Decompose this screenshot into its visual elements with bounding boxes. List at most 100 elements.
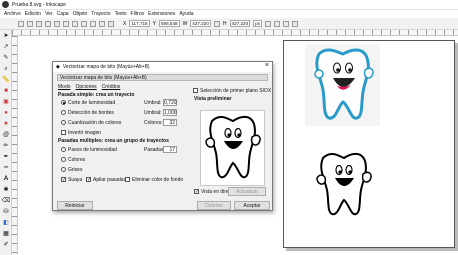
zoom-tool-icon[interactable]: ⌕	[2, 65, 10, 73]
ok-button[interactable]: Aceptar	[234, 201, 270, 210]
x-label: X	[123, 20, 127, 27]
menu-extensiones[interactable]: Extensiones	[148, 11, 175, 17]
h-field[interactable]: 427,220	[229, 20, 251, 27]
update-button[interactable]: Actualizar	[228, 187, 266, 196]
node-tool-icon[interactable]: ↗	[2, 43, 10, 51]
dialog-tabs: Modo Opciones Créditos	[58, 84, 125, 90]
single-scan-heading: Pasada simple: crea un trayecto	[58, 92, 135, 98]
rotate-ccw-icon[interactable]	[45, 20, 51, 27]
lower-to-bottom-icon[interactable]	[108, 20, 114, 27]
raise-icon[interactable]	[90, 20, 96, 27]
lock-ratio-icon[interactable]	[213, 20, 220, 27]
colors-count-label: Colores:	[144, 120, 163, 126]
stop-button[interactable]: Detener	[197, 201, 231, 210]
menu-trayecto[interactable]: Trayecto	[91, 11, 110, 17]
siox-checkbox[interactable]	[193, 88, 198, 93]
remove-background-checkbox[interactable]	[125, 177, 130, 182]
lower-icon[interactable]	[99, 20, 105, 27]
edge-detection-radio[interactable]	[61, 110, 66, 115]
grays-label: Grises	[68, 167, 83, 173]
edge-threshold-input[interactable]: 1,000	[163, 109, 177, 116]
x-field[interactable]: 117,716	[129, 20, 150, 27]
w-field[interactable]: 427,220	[190, 20, 211, 27]
menu-texto[interactable]: Texto	[115, 11, 127, 17]
remove-background-label: Eliminar color de fondo	[132, 177, 184, 183]
flip-vertical-icon[interactable]	[72, 20, 78, 27]
measure-tool-icon[interactable]: 📏	[2, 76, 10, 84]
stack-scans-label: Apilar pasadas	[93, 177, 127, 183]
ellipse-tool-icon[interactable]: ●	[2, 109, 10, 117]
inkscape-logo-icon	[2, 1, 9, 8]
dropper-tool-icon[interactable]: ✐	[2, 241, 10, 249]
menu-edicion[interactable]: Edición	[25, 11, 41, 17]
trace-preview-pane	[200, 110, 265, 186]
tab-opciones[interactable]: Opciones	[76, 84, 97, 90]
toolbox: ➤ ↗ ✎ ⌕ 📏 ■ ▣ ● ★ @ ✏ ✒ ✑ A ✱ ⌫ ⛁ ◧ ▦ ✐	[0, 30, 12, 255]
traced-tooth-vector[interactable]	[313, 150, 375, 220]
invert-image-checkbox[interactable]	[61, 130, 66, 135]
pen-tool-icon[interactable]: ✒	[2, 153, 10, 161]
gradient-tool-icon[interactable]: ◧	[2, 219, 10, 227]
transform-patterns-icon[interactable]	[292, 20, 298, 27]
brightness-cutoff-radio[interactable]	[61, 100, 66, 105]
brightness-steps-radio[interactable]	[61, 147, 66, 152]
text-tool-icon[interactable]: A	[2, 175, 10, 183]
scans-label: Pasadas:	[144, 147, 165, 153]
spray-tool-icon[interactable]: ✱	[2, 186, 10, 194]
menu-bar: Archivo Edición Ver Capa Objeto Trayecto…	[0, 10, 458, 18]
color-quantization-label: Cuantización de colores	[68, 120, 122, 126]
select-all-layers-icon[interactable]	[27, 20, 33, 27]
tab-modo[interactable]: Modo	[58, 84, 71, 90]
rectangle-tool-icon[interactable]: ■	[2, 87, 10, 95]
reset-button[interactable]: Reiniciar	[57, 201, 93, 210]
smooth-label: Suaya	[68, 177, 83, 183]
menu-capa[interactable]: Capa	[57, 11, 69, 17]
pencil-tool-icon[interactable]: ✏	[2, 142, 10, 150]
menu-filtros[interactable]: Filtros	[131, 11, 145, 17]
eraser-tool-icon[interactable]: ⌫	[2, 197, 10, 205]
dialog-title-bar[interactable]: ◆ Vectorizar mapa de bits (Mayús+Alt+B) …	[53, 62, 272, 72]
live-preview-checkbox[interactable]: ✓	[194, 189, 199, 195]
tab-creditos[interactable]: Créditos	[102, 84, 121, 90]
stack-scans-checkbox[interactable]: ✓	[86, 177, 91, 183]
star-tool-icon[interactable]: ★	[2, 120, 10, 128]
menu-objeto[interactable]: Objeto	[73, 11, 88, 17]
unit-select[interactable]: px	[253, 20, 262, 27]
brightness-cutoff-label: Corte de luminosidad	[68, 100, 116, 106]
flip-horizontal-icon[interactable]	[63, 20, 69, 27]
dialog-title: Vectorizar mapa de bits (Mayús+Alt+B)	[62, 64, 150, 70]
preview-heading: Vista preliminar	[194, 96, 232, 102]
mesh-tool-icon[interactable]: ▦	[2, 230, 10, 238]
raise-to-top-icon[interactable]	[81, 20, 87, 27]
tweak-tool-icon[interactable]: ✎	[2, 54, 10, 62]
selector-tool-icon[interactable]: ➤	[2, 32, 10, 40]
colors-count-input[interactable]: 32	[163, 119, 177, 126]
paint-bucket-tool-icon[interactable]: ⛁	[2, 208, 10, 216]
deselect-icon[interactable]	[36, 20, 42, 27]
menu-ver[interactable]: Ver	[45, 11, 53, 17]
rotate-cw-icon[interactable]	[54, 20, 60, 27]
tool-controls-bar: X 117,716 Y 598,548 W 427,220 H 427,220 …	[0, 18, 458, 30]
tooth-bitmap-image[interactable]	[305, 44, 380, 126]
grays-radio[interactable]	[61, 167, 66, 172]
scale-stroke-icon[interactable]	[265, 20, 271, 27]
calligraphy-tool-icon[interactable]: ✑	[2, 164, 10, 172]
3d-box-tool-icon[interactable]: ▣	[2, 98, 10, 106]
y-field[interactable]: 598,548	[158, 20, 180, 27]
spiral-tool-icon[interactable]: @	[2, 131, 10, 139]
smooth-checkbox[interactable]: ✓	[61, 177, 66, 183]
colors-label: Colores	[68, 157, 86, 163]
scans-input[interactable]: 17	[163, 146, 177, 153]
menu-archivo[interactable]: Archivo	[4, 11, 21, 17]
brightness-threshold-input[interactable]: 0,720	[163, 99, 177, 106]
close-icon[interactable]: ×	[265, 62, 269, 69]
color-quantization-radio[interactable]	[61, 120, 66, 125]
scale-corners-icon[interactable]	[274, 20, 280, 27]
select-all-icon[interactable]	[18, 20, 24, 27]
title-bar: Prueba 8.svg - Inkscape	[0, 0, 458, 10]
transform-gradients-icon[interactable]	[283, 20, 289, 27]
colors-radio[interactable]	[61, 157, 66, 162]
menu-ayuda[interactable]: Ayuda	[179, 11, 193, 17]
trace-bitmap-dialog: ◆ Vectorizar mapa de bits (Mayús+Alt+B) …	[52, 61, 273, 211]
edge-threshold-label: Umbral:	[144, 110, 162, 116]
